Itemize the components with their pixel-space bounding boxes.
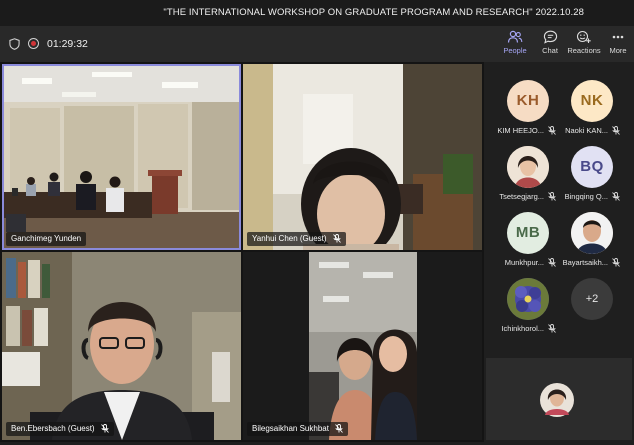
- participant-name: KIM HEEJO...: [497, 126, 544, 135]
- more-participants-button[interactable]: +2: [562, 278, 622, 340]
- roster-participant[interactable]: BQ Bingqing Q...: [562, 146, 622, 208]
- video-tile-bilegsaikhan-sukhbat[interactable]: Bilegsaikhan Sukhbat: [243, 252, 482, 440]
- mic-off-icon: [332, 234, 341, 243]
- participant-photo: [507, 146, 549, 188]
- participant-name-tag: Bilegsaikhan Sukhbat: [247, 422, 349, 436]
- conference-room-video: [2, 64, 241, 250]
- participant-name: Bingqing Q...: [564, 192, 608, 201]
- participant-name: Munkhpur...: [504, 258, 544, 267]
- mic-off-icon: [548, 126, 556, 135]
- participant-name: Naoki KAN...: [565, 126, 608, 135]
- participant-name: Ichinkhorol...: [501, 324, 544, 333]
- roster-participant[interactable]: Bayartsaikh...: [562, 212, 622, 274]
- mic-off-icon: [612, 192, 620, 201]
- participant-name: Bayartsaikh...: [562, 258, 608, 267]
- yanhui-chen-video: [243, 64, 482, 250]
- people-label: People: [503, 46, 527, 55]
- mic-off-icon: [548, 192, 556, 201]
- avatar: NK: [571, 80, 613, 122]
- self-view-tile[interactable]: [486, 358, 632, 440]
- title-bar: "THE INTERNATIONAL WORKSHOP ON GRADUATE …: [0, 0, 634, 26]
- more-label: More: [609, 46, 627, 55]
- mic-off-icon: [335, 424, 344, 433]
- more-button[interactable]: More: [598, 30, 634, 60]
- mic-off-icon: [101, 424, 109, 433]
- avatar: [507, 278, 549, 320]
- bilegsaikhan-sukhbat-video: [243, 252, 482, 440]
- people-button[interactable]: People: [495, 30, 535, 64]
- people-icon: [507, 30, 523, 43]
- avatar: [571, 212, 613, 254]
- roster-participant[interactable]: MB Munkhpur...: [498, 212, 558, 274]
- shield-icon[interactable]: [9, 38, 20, 50]
- avatar: BQ: [571, 146, 613, 188]
- self-view-video: [486, 358, 632, 440]
- recording-icon: [28, 38, 39, 49]
- avatar: KH: [507, 80, 549, 122]
- reactions-icon: [576, 30, 591, 43]
- meeting-toolbar: 01:29:32 People Chat Reactions More: [0, 26, 634, 64]
- more-icon: [612, 35, 624, 39]
- participant-photo: [571, 212, 613, 254]
- roster-participant[interactable]: Ichinkhorol...: [498, 278, 558, 340]
- participant-photo: [507, 278, 549, 320]
- mic-off-icon: [548, 258, 556, 267]
- roster-participant[interactable]: NK Naoki KAN...: [562, 80, 622, 142]
- participant-name-tag: Ben.Ebersbach (Guest): [6, 422, 114, 436]
- video-tile-yanhui-chen[interactable]: Yanhui Chen (Guest): [243, 64, 482, 250]
- meeting-timer: 01:29:32: [47, 38, 88, 50]
- avatar: MB: [507, 212, 549, 254]
- mic-off-icon: [612, 126, 620, 135]
- window-title: "THE INTERNATIONAL WORKSHOP ON GRADUATE …: [163, 7, 584, 18]
- video-stage: Ganchimeg Yunden Yanhui Chen (Guest) Ben…: [0, 62, 484, 442]
- overflow-count: +2: [571, 278, 613, 320]
- video-tile-ben-ebersbach[interactable]: Ben.Ebersbach (Guest): [2, 252, 241, 440]
- video-tile-conference-room[interactable]: Ganchimeg Yunden: [2, 64, 241, 250]
- participant-name-tag: Yanhui Chen (Guest): [247, 232, 346, 246]
- participant-name-tag: Ganchimeg Yunden: [6, 232, 87, 246]
- ben-ebersbach-video: [2, 252, 241, 440]
- chat-icon: [543, 30, 557, 44]
- roster-participant[interactable]: KH KIM HEEJO...: [497, 80, 558, 142]
- participant-name: Tsetsegjarg...: [499, 192, 544, 201]
- mic-off-icon: [612, 258, 620, 267]
- mic-off-icon: [548, 324, 556, 333]
- roster-participant[interactable]: Tsetsegjarg...: [498, 146, 558, 208]
- avatar: [507, 146, 549, 188]
